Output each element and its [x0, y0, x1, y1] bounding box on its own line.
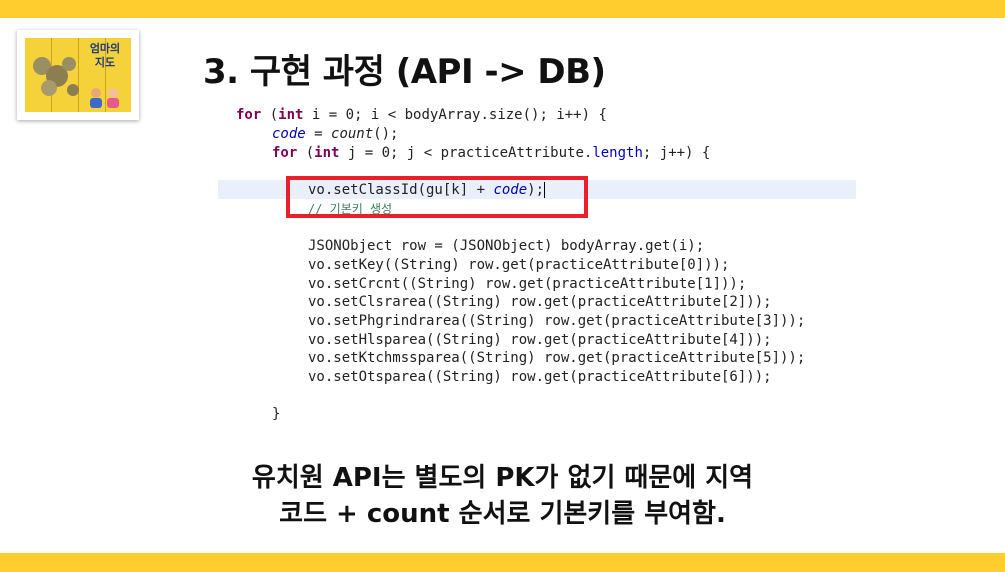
code-line-1: for (int i = 0; i < bodyArray.size(); i+…	[236, 107, 607, 123]
code-line-8: vo.setCrcnt((String) row.get(practiceAtt…	[308, 276, 747, 292]
caption: 유치원 API는 별도의 PK가 없기 때문에 지역 코드 + count 순서…	[0, 460, 1005, 532]
code-line-6: JSONObject row = (JSONObject) bodyArray.…	[308, 238, 705, 254]
highlight-box	[286, 176, 588, 218]
slide-title: 3. 구현 과정 (API -> DB)	[203, 52, 606, 92]
code-screenshot: for (int i = 0; i < bodyArray.size(); i+…	[218, 104, 856, 430]
code-line-11: vo.setHlsparea((String) row.get(practice…	[308, 332, 772, 348]
bottom-accent-bar	[0, 553, 1005, 572]
code-line-9: vo.setClsrarea((String) row.get(practice…	[308, 294, 772, 310]
caption-line-1: 유치원 API는 별도의 PK가 없기 때문에 지역	[251, 463, 754, 493]
top-accent-bar	[0, 0, 1005, 18]
code-line-13: vo.setOtsparea((String) row.get(practice…	[308, 369, 772, 385]
caption-line-2: 코드 + count 순서로 기본키를 부여함.	[279, 499, 726, 529]
logo-text: 엄마의 지도	[89, 42, 121, 69]
people-icon	[90, 88, 119, 108]
map-illustration-icon	[33, 57, 79, 96]
code-line-14: }	[272, 406, 281, 422]
code-line-2: code = count();	[272, 126, 399, 142]
code-line-10: vo.setPhgrindrarea((String) row.get(prac…	[308, 313, 806, 329]
code-line-3: for (int j = 0; j < practiceAttribute.le…	[272, 145, 711, 161]
code-line-7: vo.setKey((String) row.get(practiceAttri…	[308, 257, 730, 273]
logo: 엄마의 지도	[17, 30, 139, 120]
code-line-12: vo.setKtchmssparea((String) row.get(prac…	[308, 350, 806, 366]
